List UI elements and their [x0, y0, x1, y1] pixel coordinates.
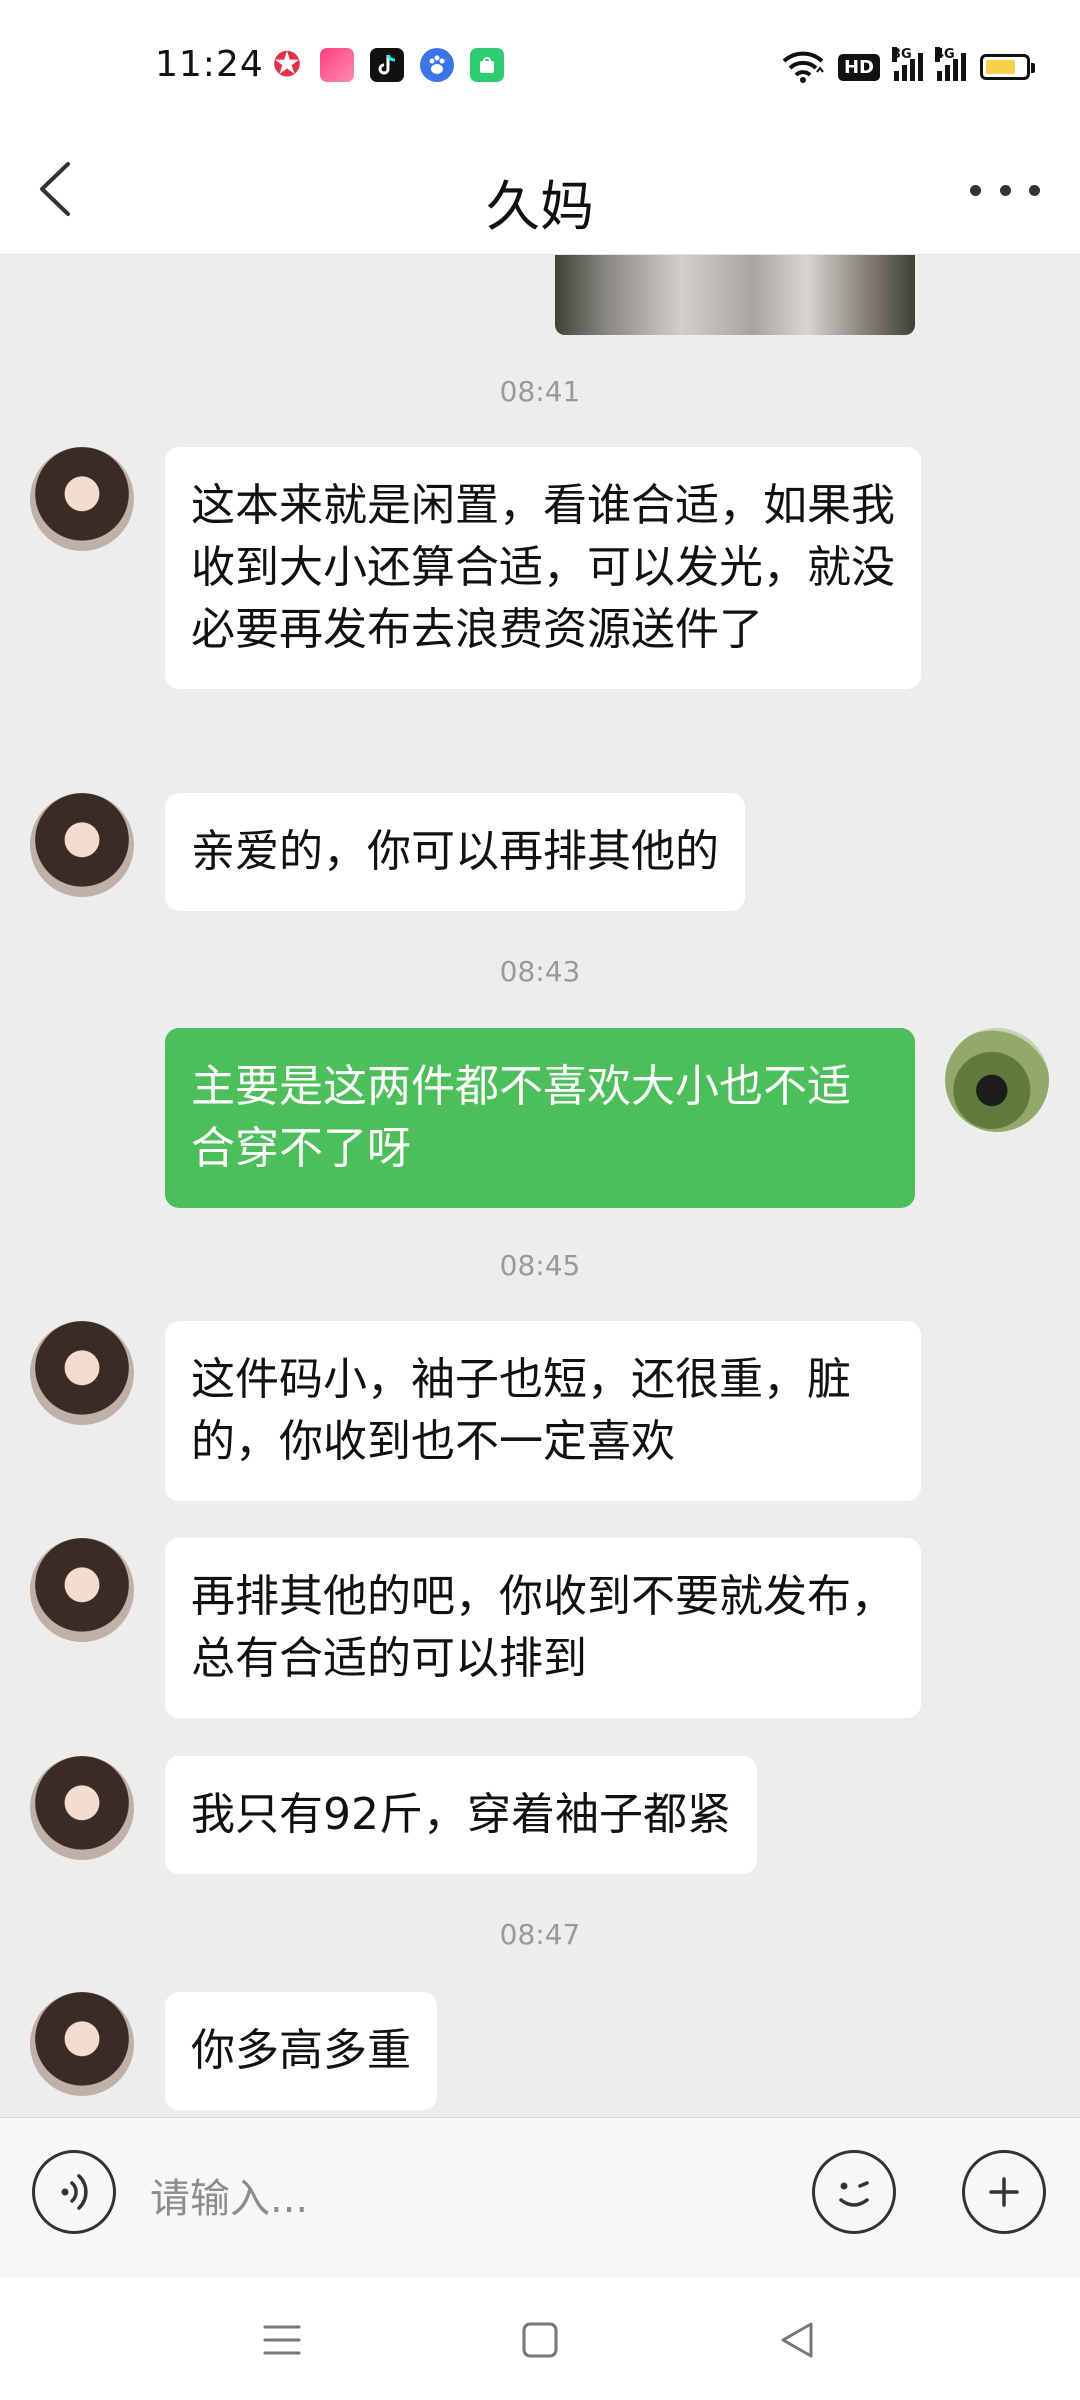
outgoing-message[interactable]: 主要是这两件都不喜欢大小也不适合穿不了呀: [165, 1028, 915, 1208]
signal-4g-icon: 4G: [935, 47, 966, 81]
baidu-icon: [420, 48, 454, 82]
my-avatar[interactable]: [945, 1028, 1049, 1132]
signal-3g-icon: 3G: [892, 47, 923, 81]
battery-level: [986, 60, 1015, 74]
more-options-button[interactable]: [970, 170, 1040, 210]
star-app-icon: ✪: [272, 45, 302, 85]
incoming-message[interactable]: 你多高多重: [165, 1992, 437, 2110]
message-input-bar: 请输入...: [0, 2117, 1080, 2278]
contact-avatar[interactable]: [30, 1992, 134, 2096]
contact-avatar[interactable]: [30, 1321, 134, 1425]
plus-icon: [989, 2177, 1019, 2207]
message-timestamp: 08:43: [499, 955, 581, 988]
message-timestamp: 08:45: [499, 1249, 581, 1282]
incoming-message[interactable]: 这本来就是闲置，看谁合适，如果我收到大小还算合适，可以发光，就没必要再发布去浪费…: [165, 447, 921, 689]
voice-input-button[interactable]: [32, 2150, 116, 2234]
square-home-icon: [522, 2322, 558, 2358]
triangle-back-icon: [781, 2322, 813, 2358]
contact-avatar[interactable]: [30, 1538, 134, 1642]
more-actions-button[interactable]: [962, 2150, 1046, 2234]
message-input[interactable]: 请输入...: [150, 2166, 308, 2224]
recents-button[interactable]: [257, 2315, 307, 2365]
contact-avatar[interactable]: [30, 793, 134, 897]
incoming-message[interactable]: 再排其他的吧，你收到不要就发布，总有合适的可以排到: [165, 1538, 921, 1718]
more-dot-icon: [970, 184, 981, 196]
tiktok-icon: [370, 48, 404, 82]
chat-messages[interactable]: 08:41 这本来就是闲置，看谁合适，如果我收到大小还算合适，可以发光，就没必要…: [0, 255, 1080, 2117]
status-time: 11:24: [155, 44, 264, 85]
more-dot-icon: [1029, 184, 1040, 196]
emoji-button[interactable]: [812, 2150, 896, 2234]
incoming-message[interactable]: 我只有92斤，穿着袖子都紧: [165, 1756, 757, 1874]
green-store-icon: [470, 48, 504, 82]
contact-avatar[interactable]: [30, 447, 134, 551]
system-navigation-bar: [0, 2277, 1080, 2400]
status-bar: 11:24 ✪ HD 3G 4G: [0, 0, 1080, 130]
contact-avatar[interactable]: [30, 1756, 134, 1860]
incoming-message[interactable]: 亲爱的，你可以再排其他的: [165, 793, 745, 911]
menu-icon: [263, 2325, 301, 2355]
message-timestamp: 08:41: [499, 375, 581, 408]
system-status-icons: HD 3G 4G: [782, 47, 1035, 84]
message-timestamp: 08:47: [499, 1918, 581, 1951]
voice-icon: [61, 2174, 88, 2210]
chat-title: 久妈: [486, 175, 594, 238]
smiley-icon: [839, 2181, 869, 2207]
hd-badge: HD: [837, 53, 880, 81]
pink-app-icon: [320, 48, 354, 82]
home-button[interactable]: [515, 2315, 565, 2365]
image-message[interactable]: [555, 255, 915, 335]
back-nav-button[interactable]: [773, 2315, 823, 2365]
incoming-message[interactable]: 这件码小，袖子也短，还很重，脏的，你收到也不一定喜欢: [165, 1321, 921, 1501]
notification-icons: ✪: [270, 48, 504, 82]
wifi-icon: [782, 51, 824, 83]
more-dot-icon: [999, 184, 1011, 196]
battery-icon: [980, 54, 1035, 80]
chat-header: 久妈: [0, 130, 1080, 255]
